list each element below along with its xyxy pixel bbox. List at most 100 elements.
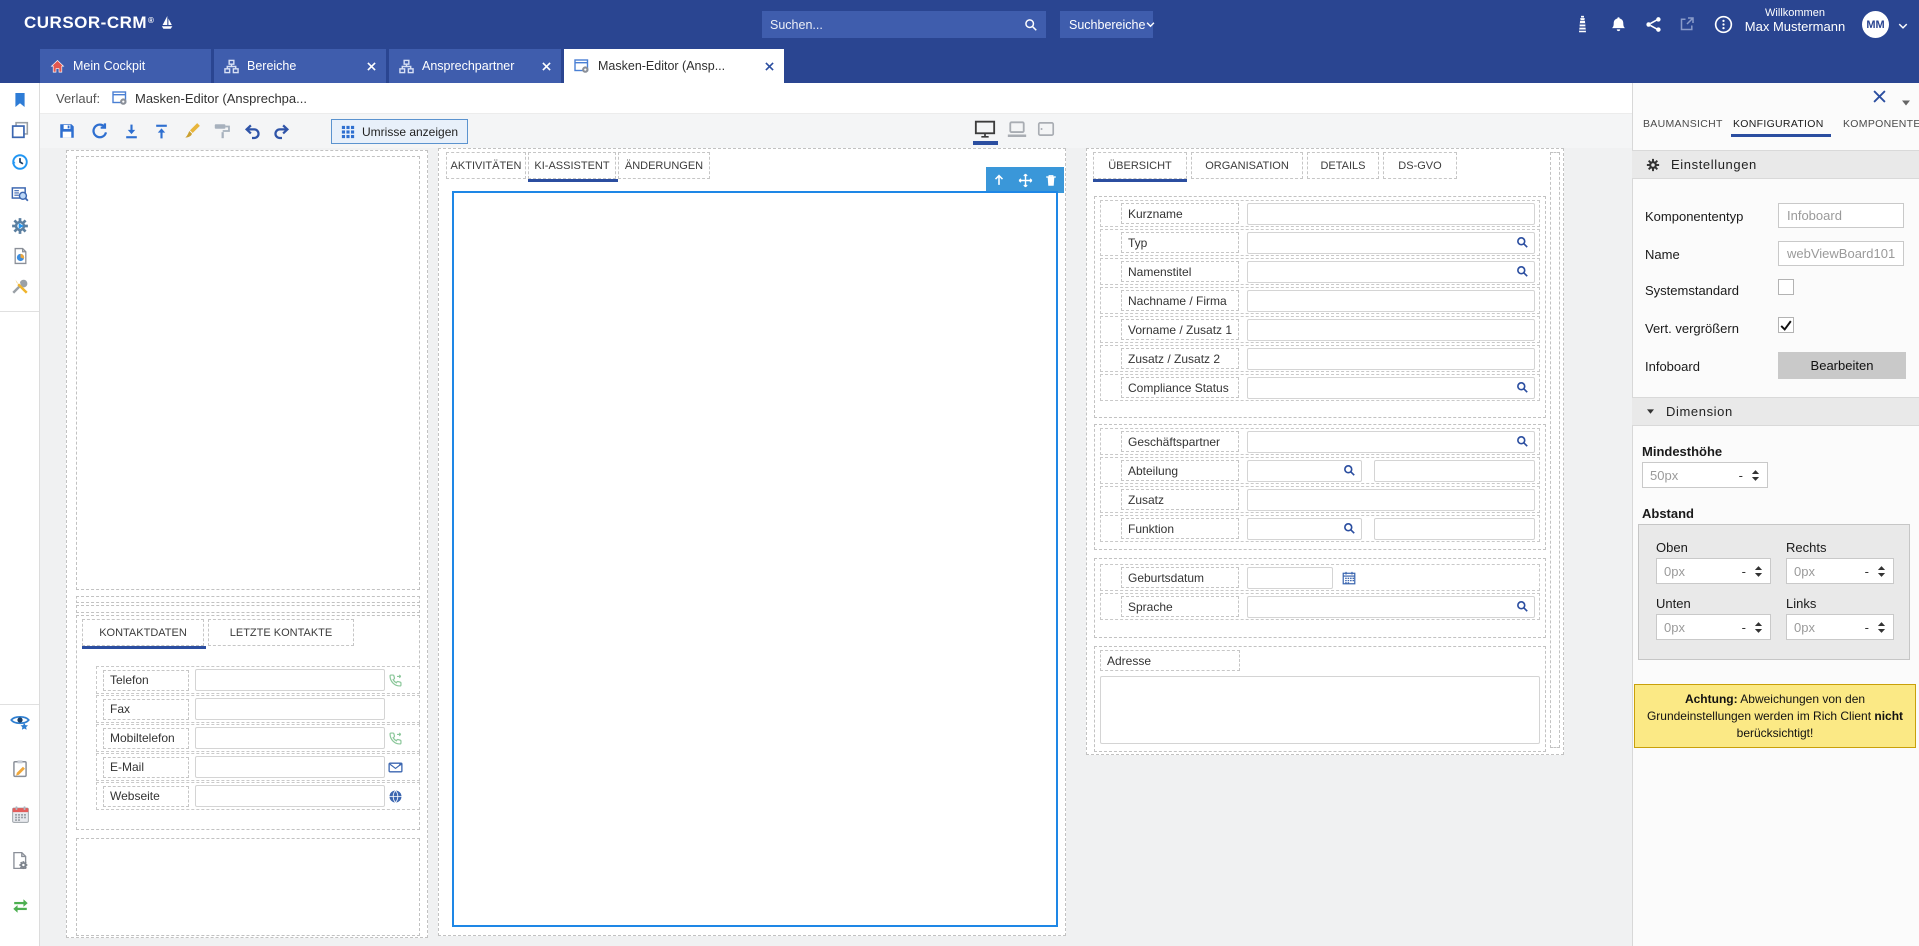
lighthouse-icon[interactable] <box>1570 12 1594 36</box>
lookup-icon[interactable] <box>1516 381 1529 394</box>
field-label-zusatz-zusatz2[interactable]: Zusatz / Zusatz 2 <box>1121 348 1239 369</box>
save-icon[interactable] <box>55 119 79 143</box>
field-label-funktion[interactable]: Funktion <box>1121 518 1239 539</box>
field-label-mobiltelefon[interactable]: Mobiltelefon <box>103 728 189 749</box>
history-icon[interactable] <box>9 151 31 173</box>
tab-aenderungen[interactable]: ÄNDERUNGEN <box>618 152 710 179</box>
calendar-picker-icon[interactable] <box>1339 571 1359 585</box>
field-input-funktion-text[interactable] <box>1374 518 1535 540</box>
user-menu-chevron-icon[interactable] <box>1891 14 1915 38</box>
settings-section-header[interactable]: Einstellungen <box>1632 150 1919 179</box>
windows-icon[interactable] <box>9 119 31 141</box>
spinner-arrows-icon[interactable] <box>1877 621 1886 634</box>
close-panel-icon[interactable] <box>1873 90 1886 108</box>
field-input-typ[interactable] <box>1247 232 1535 254</box>
field-label-abteilung[interactable]: Abteilung <box>1121 460 1239 481</box>
spinner-arrows-icon[interactable] <box>1751 469 1760 482</box>
move-up-icon[interactable] <box>986 167 1012 193</box>
spinner-arrows-icon[interactable] <box>1754 565 1763 578</box>
spinner-arrows-icon[interactable] <box>1754 621 1763 634</box>
field-label-kurzname[interactable]: Kurzname <box>1121 203 1239 224</box>
tab-mein-cockpit[interactable]: Mein Cockpit <box>40 49 211 83</box>
tab-organisation[interactable]: ORGANISATION <box>1191 152 1303 179</box>
field-input-fax[interactable] <box>195 698 385 720</box>
external-link-icon[interactable] <box>1675 12 1699 36</box>
paint-roller-icon[interactable] <box>210 119 234 143</box>
lookup-icon[interactable] <box>1516 236 1529 249</box>
calendar-icon[interactable] <box>9 803 31 825</box>
lookup-icon[interactable] <box>1516 265 1529 278</box>
tab-bereiche[interactable]: Bereiche <box>214 49 386 83</box>
field-input-vorname-zusatz1[interactable] <box>1247 319 1535 341</box>
tab-details[interactable]: DETAILS <box>1307 152 1379 179</box>
tab-ds-gvo[interactable]: DS-GVO <box>1383 152 1457 179</box>
field-label-nachname-firma[interactable]: Nachname / Firma <box>1121 290 1239 311</box>
bearbeiten-button[interactable]: Bearbeiten <box>1778 352 1906 379</box>
systemstandard-checkbox[interactable] <box>1778 279 1794 295</box>
field-label-fax[interactable]: Fax <box>103 699 189 720</box>
clipboard-pencil-icon[interactable] <box>9 757 31 779</box>
tab-baumansicht[interactable]: BAUMANSICHT <box>1643 118 1723 130</box>
tab-letzte-kontakte[interactable]: LETZTE KONTAKTE <box>208 619 354 646</box>
mindesthoehe-spinner[interactable]: 50px - <box>1642 462 1768 488</box>
sync-icon[interactable] <box>9 895 31 917</box>
field-input-funktion-key[interactable] <box>1247 518 1362 540</box>
search-areas-dropdown[interactable]: Suchbereiche <box>1060 11 1153 38</box>
avatar[interactable]: MM <box>1862 11 1889 38</box>
field-label-vorname-zusatz1[interactable]: Vorname / Zusatz 1 <box>1121 319 1239 340</box>
tablet-preview-icon[interactable] <box>1034 117 1058 141</box>
field-input-webseite[interactable] <box>195 785 385 807</box>
brush-icon[interactable] <box>180 119 204 143</box>
field-input-abteilung-key[interactable] <box>1247 460 1362 482</box>
lookup-icon[interactable] <box>1343 522 1356 535</box>
eye-star-icon[interactable] <box>9 711 31 733</box>
field-input-geschaeftspartner[interactable] <box>1247 431 1535 453</box>
email-icon[interactable] <box>385 760 405 775</box>
document-gear-icon[interactable] <box>9 849 31 871</box>
field-input-compliance-status[interactable] <box>1247 377 1535 399</box>
lookup-icon[interactable] <box>1516 435 1529 448</box>
tools-icon[interactable] <box>9 275 31 297</box>
search-list-icon[interactable] <box>9 183 31 205</box>
field-input-namenstitel[interactable] <box>1247 261 1535 283</box>
field-label-namenstitel[interactable]: Namenstitel <box>1121 261 1239 282</box>
oben-spinner[interactable]: 0px - <box>1656 558 1771 584</box>
tab-ki-assistent[interactable]: KI-ASSISTENT <box>528 152 616 179</box>
refresh-icon[interactable] <box>88 119 112 143</box>
lookup-icon[interactable] <box>1516 600 1529 613</box>
field-label-compliance-status[interactable]: Compliance Status <box>1121 377 1239 398</box>
tab-uebersicht[interactable]: ÜBERSICHT <box>1093 152 1187 179</box>
show-outlines-button[interactable]: Umrisse anzeigen <box>331 119 468 144</box>
bell-icon[interactable] <box>1606 12 1630 36</box>
field-input-telefon[interactable] <box>195 669 385 691</box>
rechts-spinner[interactable]: 0px - <box>1786 558 1894 584</box>
field-input-abteilung-text[interactable] <box>1374 460 1535 482</box>
globe-icon[interactable] <box>385 789 405 804</box>
field-input-zusatz[interactable] <box>1247 489 1535 511</box>
field-input-kurzname[interactable] <box>1247 203 1535 225</box>
search-icon[interactable] <box>1024 18 1038 32</box>
field-input-nachname-firma[interactable] <box>1247 290 1535 312</box>
field-label-zusatz[interactable]: Zusatz <box>1121 489 1239 510</box>
tab-konfiguration[interactable]: KONFIGURATION <box>1733 118 1824 130</box>
export-icon[interactable] <box>149 119 173 143</box>
search-input[interactable] <box>770 18 1024 32</box>
unten-spinner[interactable]: 0px - <box>1656 614 1771 640</box>
more-options-icon[interactable] <box>1711 12 1735 36</box>
field-label-adresse[interactable]: Adresse <box>1100 650 1240 671</box>
field-input-geburtsdatum[interactable] <box>1247 567 1333 589</box>
panel-menu-caret-icon[interactable] <box>1901 94 1911 112</box>
field-label-webseite[interactable]: Webseite <box>103 786 189 807</box>
move-icon[interactable] <box>1012 167 1038 193</box>
field-input-mobiltelefon[interactable] <box>195 727 385 749</box>
vert-vergroessern-checkbox[interactable] <box>1778 317 1794 333</box>
history-entry[interactable]: Masken-Editor (Ansprechpa... <box>135 91 307 106</box>
bookmark-icon[interactable] <box>9 89 31 111</box>
lookup-icon[interactable] <box>1343 464 1356 477</box>
spinner-arrows-icon[interactable] <box>1877 565 1886 578</box>
field-label-telefon[interactable]: Telefon <box>103 670 189 691</box>
tab-ansprechpartner[interactable]: Ansprechpartner <box>389 49 561 83</box>
left-bottom-empty-panel[interactable] <box>76 838 420 936</box>
field-label-typ[interactable]: Typ <box>1121 232 1239 253</box>
close-tab-icon[interactable] <box>367 62 376 71</box>
